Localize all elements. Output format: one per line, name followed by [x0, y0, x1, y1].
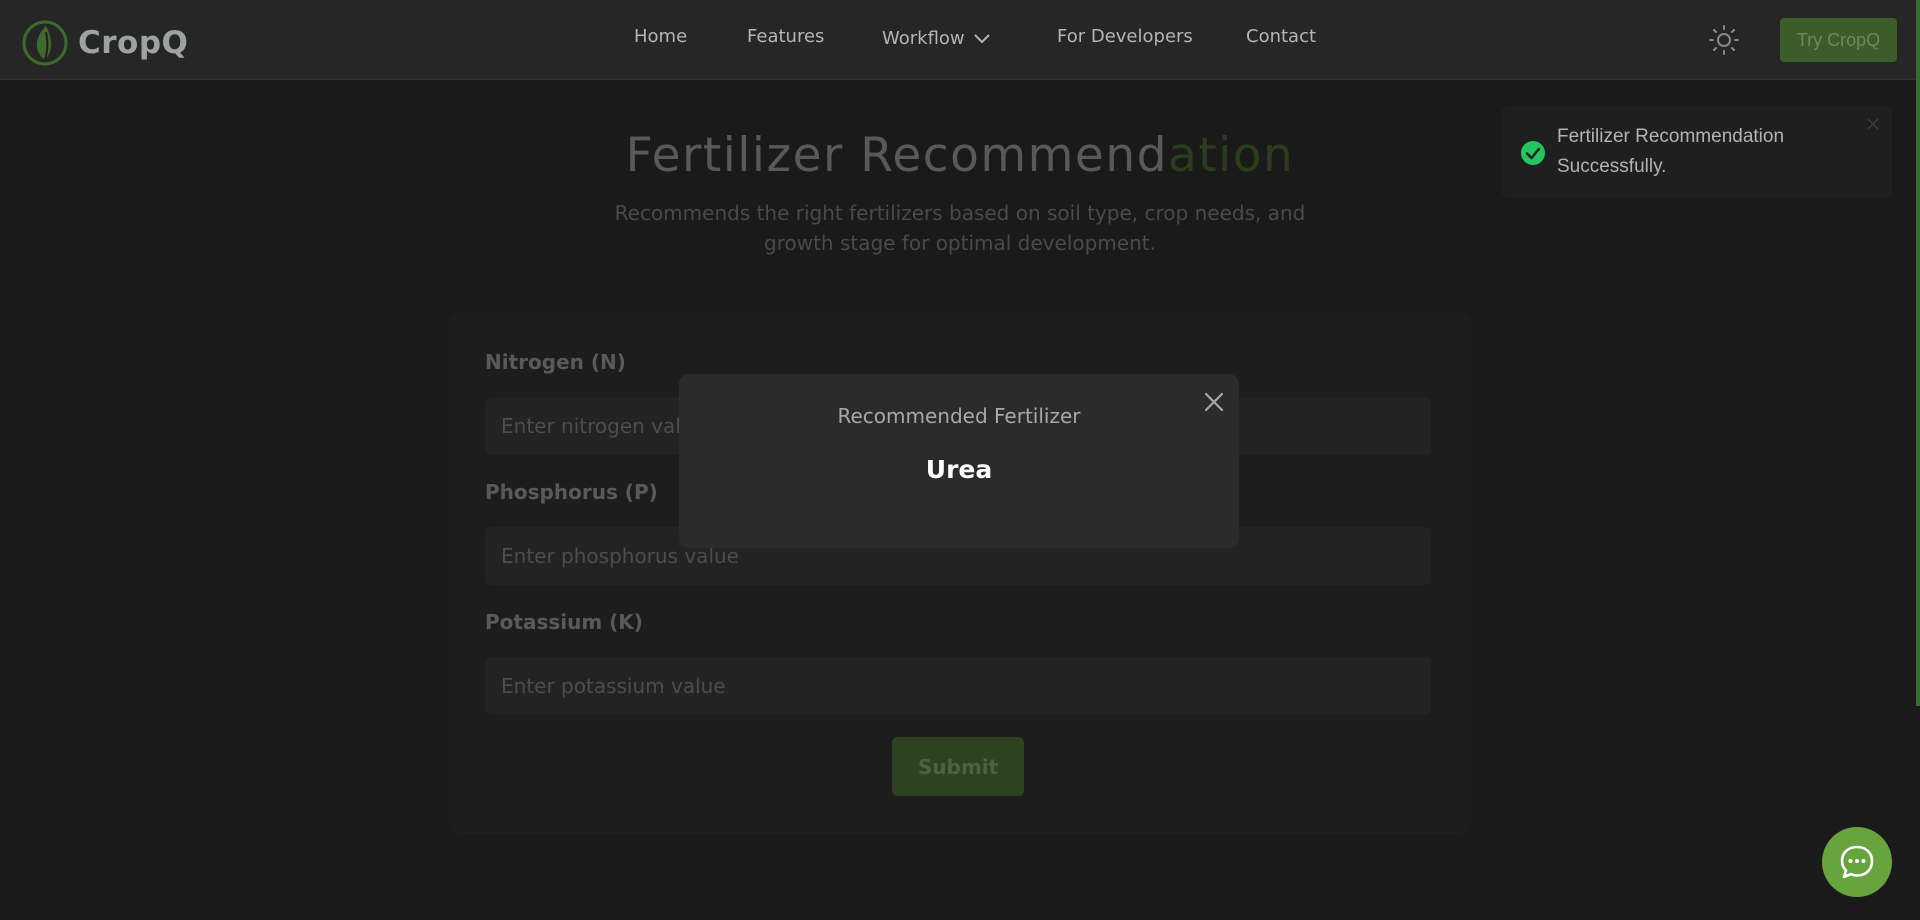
- page: CropQ Home Features Workflow For Develop…: [0, 0, 1920, 920]
- potassium-label: Potassium (K): [485, 610, 643, 634]
- nav-contact[interactable]: Contact: [1246, 26, 1316, 47]
- nav-links: Home Features Workflow For Developers Co…: [0, 0, 1920, 80]
- page-title-accent: ation: [1167, 128, 1295, 183]
- try-cropq-button[interactable]: Try CropQ: [1780, 18, 1897, 62]
- nav-workflow[interactable]: Workflow: [882, 28, 991, 49]
- toast-message: Fertilizer Recommendation Successfully.: [1557, 126, 1785, 177]
- nav-home[interactable]: Home: [634, 26, 687, 47]
- recommended-fertilizer: Urea: [925, 455, 993, 484]
- chevron-down-icon: [973, 34, 990, 44]
- nav-workflow-label: Workflow: [882, 28, 965, 49]
- scrollbar[interactable]: [1916, 0, 1920, 706]
- submit-button[interactable]: Submit: [892, 737, 1024, 796]
- nav-features[interactable]: Features: [747, 26, 824, 47]
- check-circle-icon: [1521, 141, 1545, 165]
- close-icon[interactable]: [1866, 117, 1880, 131]
- nav-for-developers[interactable]: For Developers: [1057, 26, 1193, 47]
- success-toast: Fertilizer Recommendation Successfully.: [1502, 106, 1892, 198]
- chat-button[interactable]: [1822, 827, 1892, 897]
- nitrogen-label: Nitrogen (N): [485, 350, 626, 374]
- modal-heading: Recommended Fertilizer: [837, 404, 1081, 428]
- page-subtitle: Recommends the right fertilizers based o…: [614, 201, 1306, 255]
- phosphorus-label: Phosphorus (P): [485, 480, 658, 504]
- navbar: CropQ Home Features Workflow For Develop…: [0, 0, 1920, 80]
- chat-bubble-icon: [1840, 845, 1874, 879]
- recommendation-modal: Recommended Fertilizer Urea: [679, 374, 1239, 548]
- potassium-input[interactable]: Enter potassium value: [485, 657, 1431, 715]
- page-title-main: Fertilizer Recommend: [625, 128, 1168, 183]
- sun-icon[interactable]: [1708, 24, 1740, 56]
